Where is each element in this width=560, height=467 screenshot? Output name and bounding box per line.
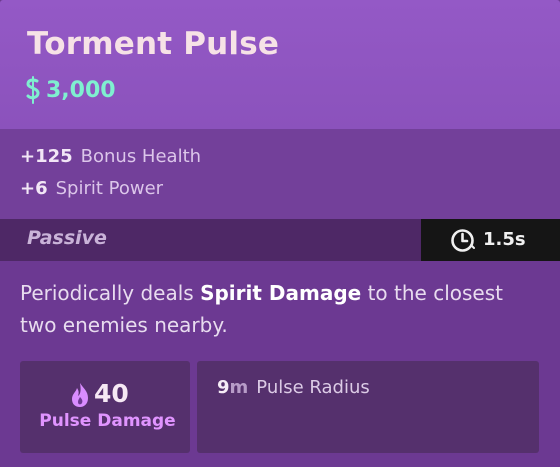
stat-row-bonus-health: +125 Bonus Health — [20, 146, 201, 170]
item-tooltip-card: Torment Pulse 3,000 +125 Bonus Health +6… — [0, 0, 560, 467]
stats-section — [0, 129, 560, 219]
pulse-damage-value: 40 — [94, 379, 129, 408]
stat-value: +6 — [20, 178, 48, 199]
item-header — [0, 0, 560, 129]
item-description: Periodically deals Spirit Damage to the … — [20, 277, 545, 341]
stat-value: +125 — [20, 146, 73, 167]
stat-label: Spirit Power — [55, 178, 164, 199]
description-text: Periodically deals — [20, 281, 201, 305]
pulse-radius: 9 m Pulse Radius — [217, 377, 370, 398]
item-title: Torment Pulse — [27, 26, 280, 62]
cooldown-value: 1.5s — [483, 229, 526, 250]
spirit-flame-icon — [72, 383, 88, 407]
stat-row-spirit-power: +6 Spirit Power — [20, 178, 163, 202]
pulse-radius-unit: m — [229, 377, 249, 398]
cooldown-clock-icon — [451, 229, 475, 252]
pulse-damage-label: Pulse Damage — [39, 411, 176, 431]
description-keyword: Spirit Damage — [200, 281, 362, 305]
stat-label: Bonus Health — [80, 146, 202, 167]
passive-label: Passive — [27, 227, 107, 249]
property-box-radius — [197, 361, 539, 453]
pulse-radius-label: Pulse Radius — [256, 377, 370, 398]
souls-currency-icon — [26, 76, 40, 104]
pulse-radius-value: 9 — [217, 377, 230, 398]
item-cost: 3,000 — [24, 74, 116, 106]
item-cost-value: 3,000 — [46, 77, 116, 103]
